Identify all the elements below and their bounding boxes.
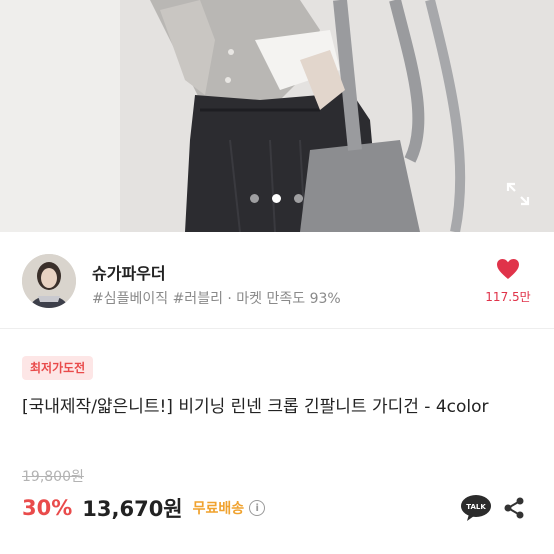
like-button[interactable]: 117.5만 [478,258,538,305]
info-icon[interactable]: i [249,500,266,516]
expand-button[interactable] [504,180,532,208]
section-divider [0,328,554,329]
product-image-gallery[interactable] [0,0,554,232]
seller-name[interactable]: 슈가파우더 [92,260,166,284]
page-dot-active[interactable] [272,194,281,203]
seller-tags: #심플베이직 #러블리 · 마켓 만족도 93% [92,291,341,307]
page-dot[interactable] [294,194,303,203]
price-row: 30% 13,670원 무료배송 i [22,492,266,524]
like-count: 117.5만 [485,290,531,304]
original-price: 19,800원 [22,469,84,485]
page-dot[interactable] [250,194,259,203]
seller-avatar[interactable] [22,254,76,308]
lowest-price-badge: 최저가도전 [22,356,94,380]
kakao-talk-button[interactable]: TALK [460,494,492,522]
share-icon [504,497,524,519]
expand-icon [506,182,530,206]
product-title: [국내제작/얇은니트!] 비기닝 린넨 크롭 긴팔니트 가디건 - 4color [22,397,489,417]
talk-icon: TALK [461,495,491,521]
free-shipping-label: 무료배송 [192,501,245,517]
sale-price: 13,670원 [82,497,183,521]
avatar-image [22,254,76,308]
heart-icon [497,259,519,279]
talk-label: TALK [466,503,486,511]
seller-info[interactable]: 슈가파우더 #심플베이직 #러블리 · 마켓 만족도 93% 117.5만 [0,232,554,328]
discount-rate: 30% [22,496,73,520]
gallery-pagination [0,194,554,206]
share-button[interactable] [500,494,528,522]
